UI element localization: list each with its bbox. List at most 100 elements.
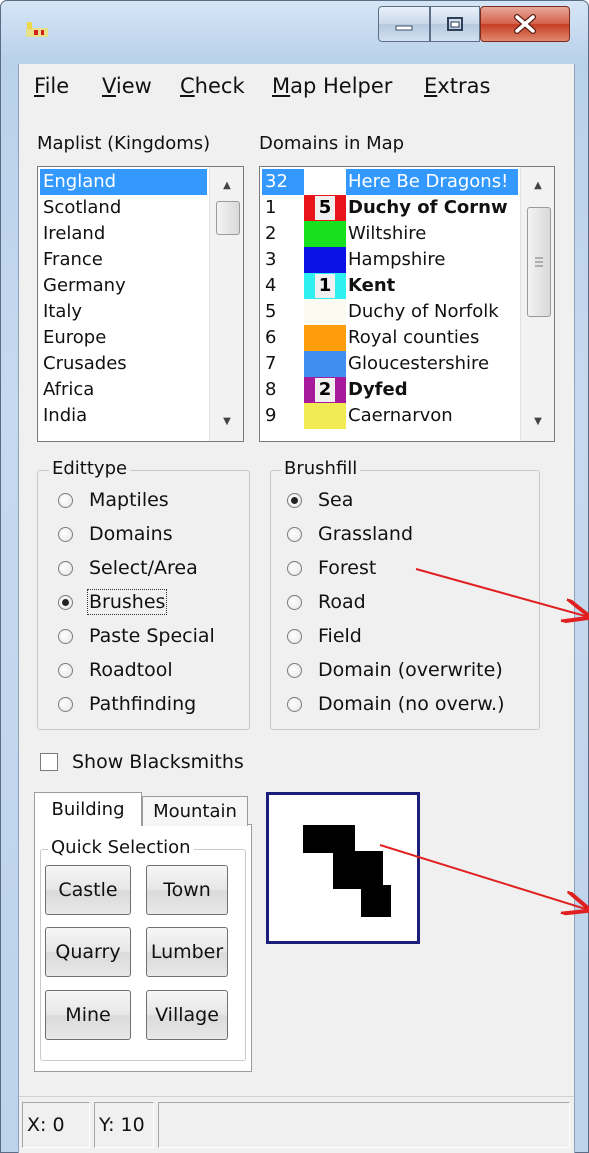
radio-domains[interactable]: Domains [58, 520, 173, 548]
grip-icon [535, 257, 543, 267]
list-item[interactable]: France [40, 247, 207, 273]
scroll-thumb[interactable] [527, 207, 551, 317]
mine-button[interactable]: Mine [45, 990, 131, 1040]
radio-maptiles[interactable]: Maptiles [58, 486, 169, 514]
domain-color-swatch [304, 221, 346, 247]
radio-pathfinding[interactable]: Pathfinding [58, 690, 196, 718]
radio-button-icon[interactable] [58, 628, 73, 644]
radio-label: Grassland [318, 523, 413, 545]
quick-selection-legend: Quick Selection [48, 838, 194, 858]
domain-badge: 2 [315, 378, 335, 402]
tab-mountain[interactable]: Mountain [142, 796, 248, 826]
radio-road[interactable]: Road [287, 588, 366, 616]
maplist-scrollbar[interactable]: ▲ ▼ [209, 167, 243, 441]
domain-name: Duchy of Norfolk [348, 301, 499, 322]
domain-number: 4 [265, 275, 277, 296]
radio-label: Pathfinding [89, 693, 197, 715]
domain-number: 7 [265, 353, 277, 374]
domain-color-swatch [304, 247, 346, 273]
maximize-icon [447, 17, 463, 31]
radio-button-icon[interactable] [287, 560, 302, 576]
radio-button-icon[interactable] [58, 594, 73, 610]
list-item[interactable]: Ireland [40, 221, 207, 247]
domain-row[interactable]: 2 Wiltshire [262, 221, 518, 247]
radio-button-icon[interactable] [58, 662, 73, 678]
menu-map-helper[interactable]: Map Helper [272, 74, 392, 98]
arrow-to-forest [415, 568, 589, 617]
domain-row[interactable]: 8 2 Dyfed [262, 377, 518, 403]
radio-grassland[interactable]: Grassland [287, 520, 413, 548]
list-item[interactable]: Germany [40, 273, 207, 299]
radio-button-icon[interactable] [287, 662, 302, 678]
close-icon [514, 14, 536, 34]
domain-name: Duchy of Cornw [348, 197, 508, 218]
domain-row[interactable]: 3 Hampshire [262, 247, 518, 273]
radio-forest[interactable]: Forest [287, 554, 376, 582]
domain-row[interactable]: 4 1 Kent [262, 273, 518, 299]
scroll-down-icon[interactable]: ▼ [213, 413, 241, 431]
list-item[interactable]: England [40, 169, 207, 195]
scroll-up-icon[interactable]: ▲ [524, 177, 552, 195]
domain-number: 3 [265, 249, 277, 270]
list-item[interactable]: Europe [40, 325, 207, 351]
castle-button[interactable]: Castle [45, 865, 131, 915]
radio-sea[interactable]: Sea [287, 486, 353, 514]
domain-color-swatch [304, 299, 346, 325]
scroll-up-icon[interactable]: ▲ [213, 177, 241, 195]
radio-button-icon[interactable] [287, 526, 302, 542]
radio-brushes[interactable]: Brushes [58, 588, 168, 616]
radio-button-icon[interactable] [287, 696, 302, 712]
scroll-down-icon[interactable]: ▼ [524, 413, 552, 431]
domain-row[interactable]: 9 Caernarvon [262, 403, 518, 429]
list-item[interactable]: Italy [40, 299, 207, 325]
radio-paste-special[interactable]: Paste Special [58, 622, 215, 650]
scroll-thumb[interactable] [216, 201, 240, 235]
domain-color-swatch [304, 325, 346, 351]
village-button[interactable]: Village [146, 990, 228, 1040]
menu-file[interactable]: File [34, 74, 69, 98]
domain-number: 1 [265, 197, 277, 218]
show-blacksmiths-checkbox[interactable]: Show Blacksmiths [40, 750, 244, 774]
domains-listbox[interactable]: 32 Here Be Dragons! 1 5 Duchy of Cornw 2 Wilts… [259, 166, 555, 442]
radio-dot [62, 598, 69, 606]
domain-row[interactable]: 6 Royal counties [262, 325, 518, 351]
radio-button-icon[interactable] [58, 696, 73, 712]
radio-select-area[interactable]: Select/Area [58, 554, 198, 582]
radio-button-icon[interactable] [287, 594, 302, 610]
domain-color-swatch [304, 403, 346, 429]
maximize-button[interactable] [430, 6, 480, 42]
minimize-button[interactable] [378, 6, 430, 42]
radio-button-icon[interactable] [58, 560, 73, 576]
maplist-listbox[interactable]: England Scotland Ireland France Germany Italy… [37, 166, 244, 442]
menu-extras[interactable]: Extras [424, 74, 490, 98]
menu-check[interactable]: Check [180, 74, 245, 98]
annotation-arrows [379, 568, 589, 925]
list-item[interactable]: India [40, 403, 207, 429]
quarry-button[interactable]: Quarry [45, 927, 131, 977]
town-button[interactable]: Town [146, 865, 228, 915]
radio-button-icon[interactable] [58, 526, 73, 542]
radio-button-icon[interactable] [287, 628, 302, 644]
checkbox-box[interactable] [40, 753, 58, 771]
close-button[interactable] [480, 6, 570, 42]
domain-name: Wiltshire [348, 223, 427, 244]
radio-button-icon[interactable] [58, 492, 73, 508]
menu-view[interactable]: View [102, 74, 152, 98]
domain-row[interactable]: 32 Here Be Dragons! [262, 169, 518, 195]
list-item[interactable]: Crusades [40, 351, 207, 377]
status-y: Y: 10 [94, 1102, 154, 1148]
list-item[interactable]: Scotland [40, 195, 207, 221]
domain-row[interactable]: 5 Duchy of Norfolk [262, 299, 518, 325]
tab-building[interactable]: Building [34, 792, 142, 826]
domain-row[interactable]: 7 Gloucestershire [262, 351, 518, 377]
domain-name: Caernarvon [348, 405, 453, 426]
lumber-button[interactable]: Lumber [146, 927, 228, 977]
domain-row[interactable]: 1 5 Duchy of Cornw [262, 195, 518, 221]
radio-field[interactable]: Field [287, 622, 362, 650]
radio-roadtool[interactable]: Roadtool [58, 656, 173, 684]
radio-button-icon[interactable] [287, 492, 302, 508]
list-item[interactable]: Africa [40, 377, 207, 403]
domain-number: 2 [265, 223, 277, 244]
domains-scrollbar[interactable]: ▲ ▼ [520, 167, 554, 441]
radio-label: Forest [318, 557, 377, 579]
